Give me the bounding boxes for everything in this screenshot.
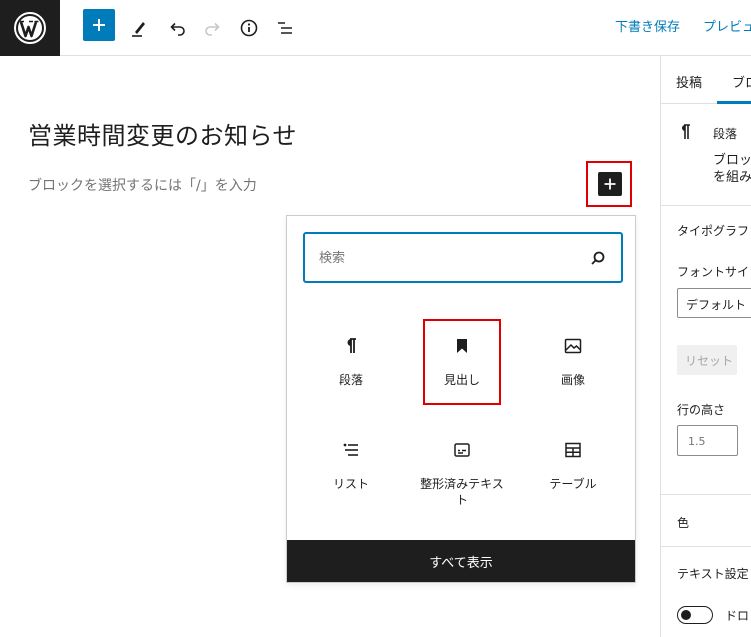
block-card-description-line2: を組み bbox=[713, 170, 751, 185]
block-item-label: リスト bbox=[332, 477, 369, 491]
line-height-input[interactable]: 1.5 bbox=[677, 425, 738, 456]
plus-icon bbox=[93, 19, 105, 31]
drop-cap-label: ドロ bbox=[725, 609, 750, 623]
block-item-label: 整形済みテキスト bbox=[420, 477, 504, 507]
sidebar-tabs: 投稿 ブロ bbox=[661, 56, 751, 104]
block-search-input[interactable] bbox=[319, 247, 569, 269]
paragraph-icon bbox=[679, 124, 693, 144]
add-block-button[interactable] bbox=[83, 9, 115, 41]
block-item-image[interactable]: 画像 bbox=[525, 320, 621, 404]
list-view-icon bbox=[278, 22, 292, 34]
pencil-icon bbox=[132, 22, 145, 37]
preview-button[interactable]: プレビュ bbox=[703, 16, 751, 35]
plus-icon bbox=[604, 178, 616, 190]
typography-panel-title[interactable]: タイポグラフ bbox=[677, 222, 749, 239]
highlight-box-heading bbox=[423, 319, 501, 405]
text-settings-panel-title[interactable]: テキスト設定 bbox=[677, 565, 749, 582]
save-draft-button[interactable]: 下書き保存 bbox=[615, 16, 680, 35]
preformatted-icon bbox=[450, 438, 474, 462]
block-item-table[interactable]: テーブル bbox=[525, 424, 621, 508]
block-placeholder[interactable]: ブロックを選択するには「/」を入力 bbox=[28, 175, 257, 195]
block-inserter-popover: 段落 見出し 画像 bbox=[286, 215, 636, 583]
divider bbox=[661, 494, 751, 495]
post-title[interactable]: 営業時間変更のお知らせ bbox=[28, 116, 297, 151]
top-toolbar: 下書き保存 プレビュ bbox=[0, 0, 751, 56]
block-item-label: テーブル bbox=[549, 477, 597, 491]
list-icon bbox=[339, 438, 363, 462]
show-all-button[interactable]: すべて表示 bbox=[287, 540, 635, 582]
inline-inserter-button[interactable] bbox=[598, 172, 622, 196]
tab-block[interactable]: ブロ bbox=[732, 72, 751, 91]
paragraph-icon bbox=[339, 334, 363, 358]
block-search[interactable] bbox=[303, 232, 623, 283]
details-button[interactable] bbox=[231, 10, 267, 46]
font-size-label: フォントサイ bbox=[677, 265, 750, 279]
image-icon bbox=[561, 334, 585, 358]
redo-icon bbox=[205, 22, 220, 36]
color-panel-title[interactable]: 色 bbox=[677, 514, 689, 531]
tab-post[interactable]: 投稿 bbox=[676, 72, 702, 91]
list-view-button[interactable] bbox=[267, 10, 303, 46]
wordpress-logo-icon[interactable] bbox=[0, 0, 60, 56]
reset-button[interactable]: リセット bbox=[677, 345, 737, 375]
undo-button[interactable] bbox=[159, 10, 195, 46]
settings-sidebar: 投稿 ブロ 段落 ブロッ を組み タイポグラフ フォントサイ デフォルト リセッ… bbox=[660, 56, 751, 637]
font-size-select[interactable]: デフォルト bbox=[677, 288, 751, 318]
divider bbox=[661, 546, 751, 547]
divider bbox=[661, 205, 751, 206]
block-item-list[interactable]: リスト bbox=[303, 424, 399, 508]
tools-button[interactable] bbox=[121, 10, 157, 46]
table-icon bbox=[561, 438, 585, 462]
block-item-paragraph[interactable]: 段落 bbox=[303, 320, 399, 404]
block-card-title: 段落 bbox=[713, 127, 738, 141]
active-tab-indicator bbox=[717, 101, 751, 104]
block-item-preformatted[interactable]: 整形済みテキスト bbox=[414, 424, 510, 508]
line-height-label: 行の高さ bbox=[677, 403, 726, 417]
undo-icon bbox=[170, 22, 185, 36]
drop-cap-toggle[interactable] bbox=[677, 606, 713, 624]
info-icon bbox=[240, 19, 258, 37]
search-icon bbox=[591, 251, 605, 265]
block-item-label: 段落 bbox=[338, 373, 363, 387]
redo-button[interactable] bbox=[195, 10, 231, 46]
editor-screen: 下書き保存 プレビュ 営業時間変更のお知らせ ブロックを選択するには「/」を入力 bbox=[0, 0, 751, 637]
block-item-label: 画像 bbox=[560, 373, 585, 387]
